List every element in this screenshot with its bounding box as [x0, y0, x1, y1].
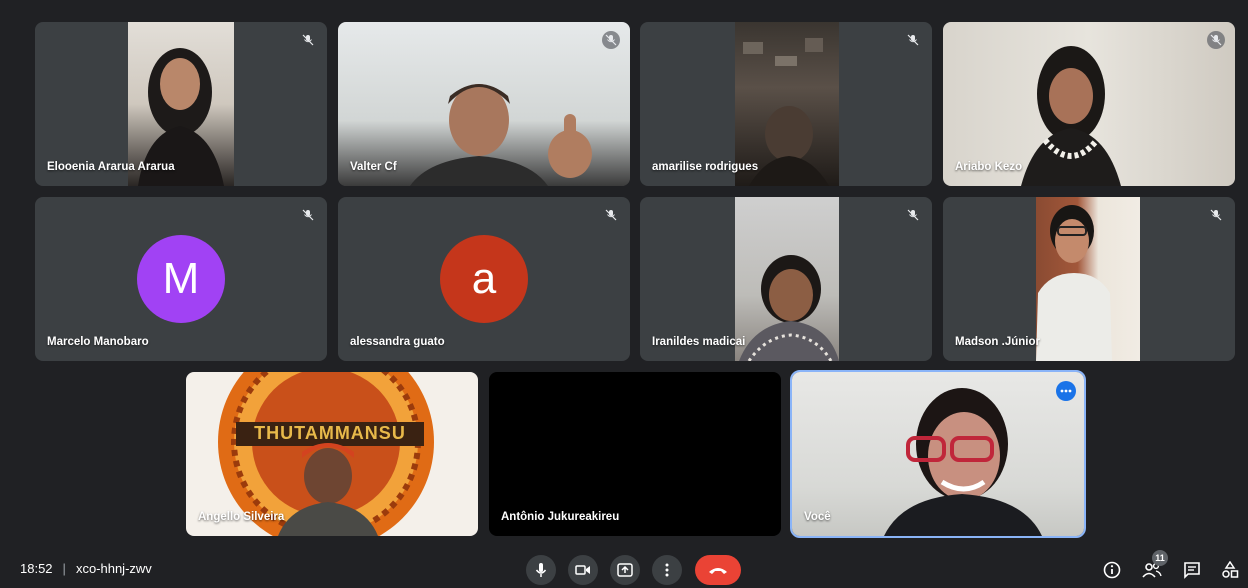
leave-call-button[interactable] [695, 555, 741, 585]
participant-name: Você [804, 511, 831, 523]
info-icon [1103, 561, 1121, 579]
mic-off-icon [1207, 206, 1225, 224]
participant-tile-alessandra[interactable]: a alessandra guato [338, 197, 630, 361]
participant-name: Elooenia Ararua Ararua [47, 161, 175, 173]
avatar-initial: a [471, 254, 497, 303]
divider: | [62, 561, 66, 576]
participant-tile-ariabo[interactable]: Ariabo Kezo [943, 22, 1235, 186]
mic-off-icon [299, 206, 317, 224]
people-button[interactable]: 11 [1140, 550, 1168, 582]
chat-icon [1184, 562, 1200, 579]
more-vert-icon [665, 563, 669, 577]
participant-name: Antônio Jukureakireu [501, 511, 620, 523]
participant-tile-antonio[interactable]: Antônio Jukureakireu [489, 372, 781, 536]
mic-off-icon [299, 31, 317, 49]
present-screen-button[interactable] [610, 555, 640, 585]
camera-icon [575, 565, 590, 575]
mic-off-icon [904, 206, 922, 224]
chat-button[interactable] [1180, 558, 1204, 582]
more-options-button[interactable] [652, 555, 682, 585]
bottom-toolbar: 18:52 | xco-hhnj-zwv 11 [0, 550, 1248, 588]
mic-off-icon [1207, 31, 1225, 49]
avatar-initial: M [162, 254, 200, 303]
participant-video [792, 372, 1084, 536]
mic-off-icon [602, 31, 620, 49]
banner-text: THUTAMMANSU [254, 423, 406, 443]
participant-name: Madson .Júnior [955, 336, 1040, 348]
self-view-tile[interactable]: Você [790, 370, 1086, 538]
participant-tile-valter[interactable]: Valter Cf [338, 22, 630, 186]
participant-name: Angello Silveira [198, 511, 285, 523]
meeting-details-button[interactable] [1100, 558, 1124, 582]
participant-tile-angello[interactable]: THUTAMMANSU Angello Silveira [186, 372, 478, 536]
activities-button[interactable] [1218, 558, 1242, 582]
participant-name: Ariabo Kezo [955, 161, 1023, 173]
present-screen-icon [617, 563, 633, 577]
participant-tile-iranildes[interactable]: Iranildes madicai [640, 197, 932, 361]
meeting-info: 18:52 | xco-hhnj-zwv [20, 561, 152, 576]
participant-video [735, 197, 839, 361]
participant-name: Marcelo Manobaro [47, 336, 149, 348]
microphone-icon [535, 563, 547, 577]
clock: 18:52 [20, 561, 53, 576]
participant-tile-amarilise[interactable]: amarilise rodrigues [640, 22, 932, 186]
participant-name: alessandra guato [350, 336, 445, 348]
participant-name: amarilise rodrigues [652, 161, 759, 173]
mic-off-icon [904, 31, 922, 49]
microphone-button[interactable] [526, 555, 556, 585]
more-options-icon[interactable] [1056, 381, 1076, 401]
participant-tile-marcelo[interactable]: M Marcelo Manobaro [35, 197, 327, 361]
avatar: a [440, 235, 528, 323]
participant-tile-elooenia[interactable]: Elooenia Ararua Ararua [35, 22, 327, 186]
avatar: M [137, 235, 225, 323]
end-call-icon [709, 568, 727, 574]
camera-button[interactable] [568, 555, 598, 585]
participant-count-badge: 11 [1152, 550, 1168, 566]
mic-off-icon [602, 206, 620, 224]
participant-tile-madson[interactable]: Madson .Júnior [943, 197, 1235, 361]
participant-video [1036, 197, 1140, 361]
participant-name: Valter Cf [350, 161, 397, 173]
participant-name: Iranildes madicai [652, 336, 746, 348]
activities-icon [1222, 561, 1239, 578]
meeting-code: xco-hhnj-zwv [75, 561, 152, 576]
